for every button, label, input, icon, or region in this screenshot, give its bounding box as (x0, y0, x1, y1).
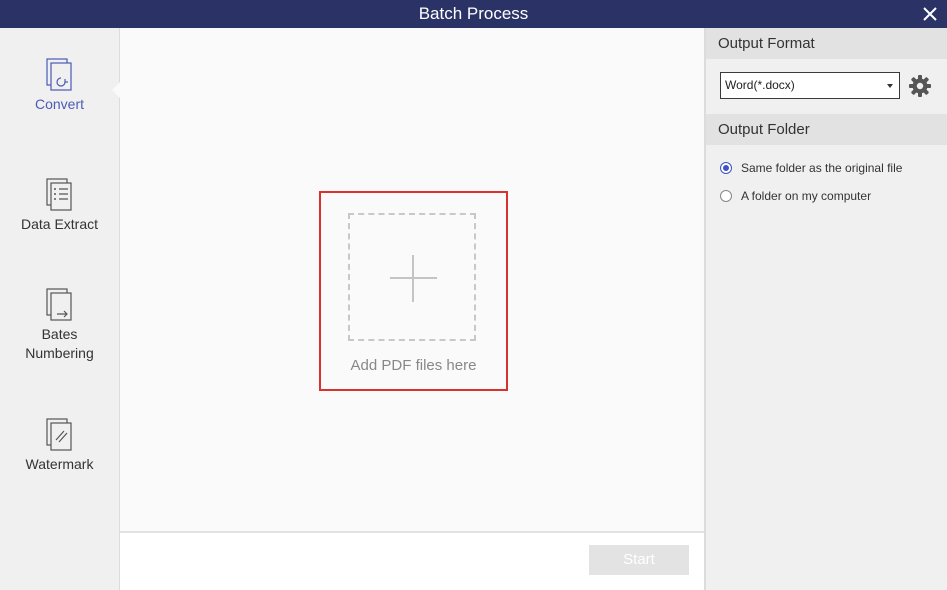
chevron-down-icon (887, 84, 893, 88)
close-icon[interactable] (919, 3, 941, 25)
sidebar-item-label-line2: Numbering (25, 345, 94, 361)
output-folder-heading: Output Folder (706, 114, 947, 145)
title-bar: Batch Process (0, 0, 947, 28)
add-files-label: Add PDF files here (350, 357, 477, 374)
active-item-pointer (112, 82, 120, 98)
radio-button[interactable] (720, 190, 732, 202)
radio-label: Same folder as the original file (741, 161, 903, 175)
sidebar-item-label: Data Extract (20, 216, 99, 232)
action-bar: Start (120, 531, 704, 590)
convert-icon (45, 58, 72, 91)
sidebar-item-watermark[interactable]: Watermark (0, 418, 119, 474)
bates-numbering-icon (45, 288, 72, 321)
sidebar-item-label: Bates (41, 326, 78, 342)
sidebar-item-label: Watermark (25, 456, 94, 472)
plus-icon-vertical (412, 255, 414, 302)
window-title: Batch Process (418, 4, 529, 23)
sidebar-item-label: Convert (34, 96, 85, 112)
settings-panel: Output Format Word(*.docx) Output Folder… (704, 28, 947, 590)
sidebar-item-convert[interactable]: Convert (0, 58, 119, 114)
output-format-heading: Output Format (706, 28, 947, 59)
sidebar: Convert Data Extract Bates Numbering Wat… (0, 28, 120, 590)
gear-icon[interactable] (908, 74, 932, 98)
output-format-value: Word(*.docx) (725, 78, 795, 92)
sidebar-item-bates-numbering[interactable]: Bates Numbering (0, 288, 119, 363)
file-drop-area: Add PDF files here (120, 28, 704, 531)
sidebar-item-data-extract[interactable]: Data Extract (0, 178, 119, 234)
radio-button[interactable] (720, 162, 732, 174)
output-format-select[interactable]: Word(*.docx) (720, 72, 900, 99)
add-files-dropzone[interactable]: Add PDF files here (319, 191, 508, 391)
radio-label: A folder on my computer (741, 189, 872, 203)
dashed-file-box (348, 213, 476, 341)
start-button[interactable]: Start (589, 545, 689, 575)
watermark-icon (45, 418, 72, 451)
data-extract-icon (45, 178, 72, 211)
